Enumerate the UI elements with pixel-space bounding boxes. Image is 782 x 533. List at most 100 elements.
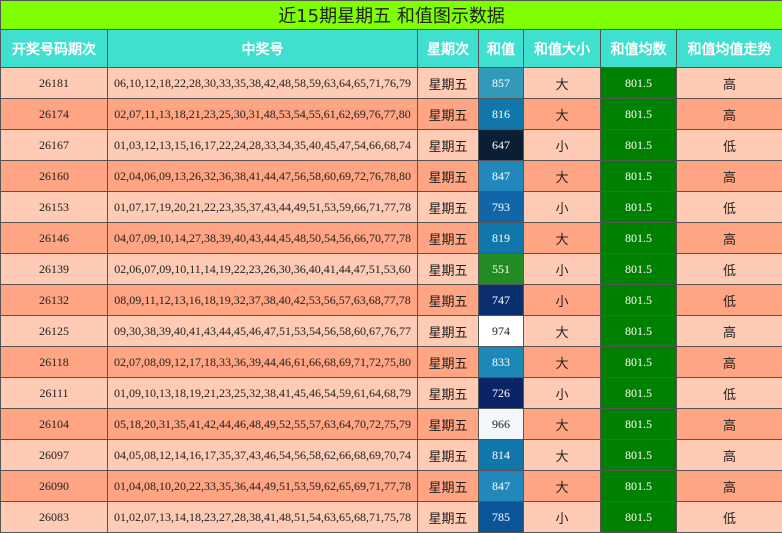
weekday-cell: 星期五: [418, 409, 479, 440]
col-header-avg: 和值均数: [601, 30, 677, 68]
weekday-cell: 星期五: [418, 161, 479, 192]
table-row: 2610405,18,20,31,35,41,42,44,46,48,49,52…: [1, 409, 782, 440]
weekday-cell: 星期五: [418, 502, 479, 533]
size-cell: 大: [524, 471, 601, 502]
period-cell: 26118: [1, 347, 108, 378]
size-cell: 大: [524, 99, 601, 130]
trend-cell: 高: [677, 316, 782, 347]
avg-cell: 801.5: [601, 502, 677, 533]
avg-cell: 801.5: [601, 99, 677, 130]
avg-cell: 801.5: [601, 161, 677, 192]
avg-cell: 801.5: [601, 378, 677, 409]
sum-cell: 816: [479, 99, 524, 130]
trend-cell: 低: [677, 254, 782, 285]
weekday-cell: 星期五: [418, 68, 479, 99]
table-row: 2614604,07,09,10,14,27,38,39,40,43,44,45…: [1, 223, 782, 254]
sum-data-table: 近15期星期五 和值图示数据 开奖号码期次 中奖号 星期次 和值 和值大小 和值…: [0, 0, 782, 533]
table-row: 2615301,07,17,19,20,21,22,23,35,37,43,44…: [1, 192, 782, 223]
weekday-cell: 星期五: [418, 285, 479, 316]
sum-cell: 833: [479, 347, 524, 378]
avg-cell: 801.5: [601, 409, 677, 440]
avg-cell: 801.5: [601, 471, 677, 502]
table-row: 2618106,10,12,18,22,28,30,33,35,38,42,48…: [1, 68, 782, 99]
period-cell: 26090: [1, 471, 108, 502]
table-row: 2612509,30,38,39,40,41,43,44,45,46,47,51…: [1, 316, 782, 347]
numbers-cell: 09,30,38,39,40,41,43,44,45,46,47,51,53,5…: [108, 316, 418, 347]
size-cell: 大: [524, 68, 601, 99]
size-cell: 大: [524, 440, 601, 471]
sum-cell: 551: [479, 254, 524, 285]
period-cell: 26181: [1, 68, 108, 99]
sum-cell: 847: [479, 161, 524, 192]
avg-cell: 801.5: [601, 130, 677, 161]
numbers-cell: 04,07,09,10,14,27,38,39,40,43,44,45,48,5…: [108, 223, 418, 254]
col-header-size: 和值大小: [524, 30, 601, 68]
size-cell: 大: [524, 223, 601, 254]
table-row: 2609704,05,08,12,14,16,17,35,37,43,46,54…: [1, 440, 782, 471]
trend-cell: 高: [677, 223, 782, 254]
period-cell: 26097: [1, 440, 108, 471]
sum-cell: 647: [479, 130, 524, 161]
trend-cell: 高: [677, 161, 782, 192]
weekday-cell: 星期五: [418, 192, 479, 223]
avg-cell: 801.5: [601, 192, 677, 223]
numbers-cell: 05,18,20,31,35,41,42,44,46,48,49,52,55,5…: [108, 409, 418, 440]
avg-cell: 801.5: [601, 347, 677, 378]
weekday-cell: 星期五: [418, 316, 479, 347]
table-title: 近15期星期五 和值图示数据: [1, 1, 782, 30]
sum-cell: 726: [479, 378, 524, 409]
table-row: 2617402,07,11,13,18,21,23,25,30,31,48,53…: [1, 99, 782, 130]
numbers-cell: 01,03,12,13,15,16,17,22,24,28,33,34,35,4…: [108, 130, 418, 161]
table-row: 2613902,06,07,09,10,11,14,19,22,23,26,30…: [1, 254, 782, 285]
period-cell: 26111: [1, 378, 108, 409]
weekday-cell: 星期五: [418, 130, 479, 161]
period-cell: 26125: [1, 316, 108, 347]
numbers-cell: 02,07,08,09,12,17,18,33,36,39,44,46,61,6…: [108, 347, 418, 378]
sum-cell: 857: [479, 68, 524, 99]
trend-cell: 低: [677, 192, 782, 223]
table-row: 2613208,09,11,12,13,16,18,19,32,37,38,40…: [1, 285, 782, 316]
numbers-cell: 02,07,11,13,18,21,23,25,30,31,48,53,54,5…: [108, 99, 418, 130]
sum-cell: 747: [479, 285, 524, 316]
table-body: 2618106,10,12,18,22,28,30,33,35,38,42,48…: [1, 68, 782, 533]
sum-cell: 819: [479, 223, 524, 254]
avg-cell: 801.5: [601, 223, 677, 254]
table-row: 2616701,03,12,13,15,16,17,22,24,28,33,34…: [1, 130, 782, 161]
period-cell: 26167: [1, 130, 108, 161]
avg-cell: 801.5: [601, 254, 677, 285]
trend-cell: 低: [677, 285, 782, 316]
numbers-cell: 06,10,12,18,22,28,30,33,35,38,42,48,58,5…: [108, 68, 418, 99]
weekday-cell: 星期五: [418, 440, 479, 471]
sum-cell: 847: [479, 471, 524, 502]
sum-cell: 814: [479, 440, 524, 471]
size-cell: 大: [524, 409, 601, 440]
avg-cell: 801.5: [601, 440, 677, 471]
trend-cell: 低: [677, 130, 782, 161]
weekday-cell: 星期五: [418, 254, 479, 285]
trend-cell: 低: [677, 502, 782, 533]
table-row: 2611802,07,08,09,12,17,18,33,36,39,44,46…: [1, 347, 782, 378]
numbers-cell: 04,05,08,12,14,16,17,35,37,43,46,54,56,5…: [108, 440, 418, 471]
numbers-cell: 01,09,10,13,18,19,21,23,25,32,38,41,45,4…: [108, 378, 418, 409]
numbers-cell: 02,04,06,09,13,26,32,36,38,41,44,47,56,5…: [108, 161, 418, 192]
period-cell: 26139: [1, 254, 108, 285]
size-cell: 小: [524, 254, 601, 285]
size-cell: 大: [524, 316, 601, 347]
size-cell: 小: [524, 502, 601, 533]
numbers-cell: 01,07,17,19,20,21,22,23,35,37,43,44,49,5…: [108, 192, 418, 223]
table-row: 2608301,02,07,13,14,18,23,27,28,38,41,48…: [1, 502, 782, 533]
weekday-cell: 星期五: [418, 347, 479, 378]
period-cell: 26146: [1, 223, 108, 254]
trend-cell: 高: [677, 409, 782, 440]
avg-cell: 801.5: [601, 285, 677, 316]
table-row: 2616002,04,06,09,13,26,32,36,38,41,44,47…: [1, 161, 782, 192]
numbers-cell: 01,02,07,13,14,18,23,27,28,38,41,48,51,5…: [108, 502, 418, 533]
period-cell: 26104: [1, 409, 108, 440]
numbers-cell: 02,06,07,09,10,11,14,19,22,23,26,30,36,4…: [108, 254, 418, 285]
size-cell: 大: [524, 161, 601, 192]
size-cell: 小: [524, 378, 601, 409]
table-row: 2611101,09,10,13,18,19,21,23,25,32,38,41…: [1, 378, 782, 409]
period-cell: 26160: [1, 161, 108, 192]
numbers-cell: 08,09,11,12,13,16,18,19,32,37,38,40,42,5…: [108, 285, 418, 316]
table-row: 2609001,04,08,10,20,22,33,35,36,44,49,51…: [1, 471, 782, 502]
